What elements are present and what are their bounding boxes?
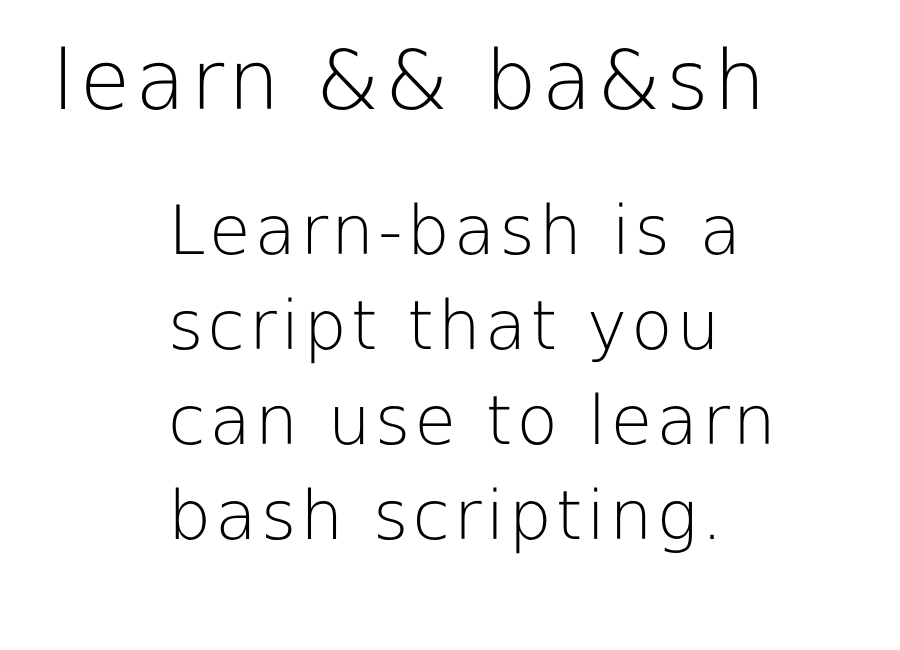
page: learn && ba&sh Learn-bash is a script th… — [0, 0, 900, 650]
page-title: learn && ba&sh — [52, 34, 771, 129]
description-line-4: bash scripting. — [168, 477, 727, 556]
description-line-2: script that you — [168, 287, 724, 366]
description-line-3: can use to learn — [168, 382, 780, 461]
description-paragraph: Learn-bash is a script that you can use … — [168, 184, 868, 564]
description-line-1: Learn-bash is a — [168, 192, 746, 271]
